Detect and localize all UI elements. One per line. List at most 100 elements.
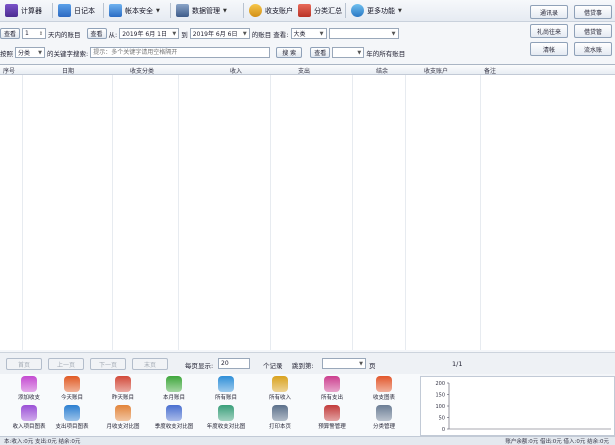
column-header: 收支账户: [424, 68, 449, 75]
more-icon: [351, 4, 364, 17]
data-management-menu-button[interactable]: 数据管理 ▼: [173, 2, 230, 19]
feature-label: 打印本页: [268, 424, 291, 430]
summary-icon: [298, 4, 311, 17]
feature-button[interactable]: 收支图表: [358, 376, 410, 404]
table-header: 序号 日期 收支分类 收入 支出 结余 收支账户 备注: [0, 65, 615, 75]
today-icon: [64, 376, 80, 392]
prev-page-button[interactable]: 上一页: [48, 358, 84, 370]
next-page-button[interactable]: 下一页: [90, 358, 126, 370]
feature-button[interactable]: 本月账目: [148, 376, 200, 404]
page-suffix-label: 页: [369, 362, 376, 370]
chevron-down-icon: ▼: [156, 7, 160, 14]
keyword-search-row: 按照 分类▼ 的关键字搜索: 搜 索 查看 ▼ 年的所有账目: [0, 46, 407, 59]
toolbar-separator: [103, 3, 104, 18]
feature-label: 年度收支对比图: [206, 424, 246, 430]
feature-button[interactable]: 分类管理: [358, 405, 410, 433]
feature-panel: 添加收支 今天账目 昨天账目 本月账目 所有账目 所有收入 所有支出 收支图表收入项目图表 支出…: [0, 374, 420, 436]
summary-chart-svg: 200 150 100 50 0: [435, 381, 611, 433]
year-select[interactable]: ▼: [332, 47, 365, 58]
keyword-search-input[interactable]: [90, 47, 271, 58]
sub-category-select[interactable]: ▼: [328, 28, 399, 39]
feature-button[interactable]: 所有收入: [254, 376, 306, 404]
gift-exchange-button[interactable]: 礼尚往来: [530, 24, 568, 38]
status-bar: 本:收入:0元 支出:0元 结余:0元 账户余额:0元 借出:0元 借入:0元 …: [0, 436, 615, 445]
y-tick-label: 200: [435, 381, 445, 387]
loan-button[interactable]: 借贷事: [574, 5, 612, 19]
feature-label: 今天账目: [60, 395, 83, 401]
feature-button[interactable]: 今天账目: [46, 376, 98, 404]
per-page-input[interactable]: 20: [218, 358, 250, 369]
view-year-button[interactable]: 查看: [310, 47, 331, 58]
search-field-select[interactable]: 分类 ▼: [15, 47, 45, 58]
ledger-button[interactable]: 流水账: [574, 42, 612, 56]
to-date-picker[interactable]: 2019年 6月 6日 ▼: [189, 28, 250, 39]
calculator-icon: [5, 4, 18, 17]
records-table[interactable]: 序号 日期 收支分类 收入 支出 结余 收支账户 备注: [0, 64, 615, 350]
feature-label: 收入项目图表: [12, 424, 46, 430]
income-chart-icon: [21, 405, 37, 421]
column-header: 结余: [376, 68, 389, 75]
column-header: 支出: [298, 68, 311, 75]
feature-button[interactable]: 所有账目: [200, 376, 252, 404]
view-range-button[interactable]: 查看: [86, 28, 107, 39]
status-summary-left: 本:收入:0元 支出:0元 结余:0元: [4, 439, 81, 445]
last-page-button[interactable]: 末页: [132, 358, 168, 370]
feature-label: 分类管理: [372, 424, 395, 430]
feature-label: 添加收支: [17, 395, 40, 401]
calculator-button[interactable]: 计算器: [2, 2, 45, 19]
feature-button[interactable]: 支出项目图表: [46, 405, 98, 433]
chart-icon: [376, 376, 392, 392]
feature-button[interactable]: 昨天账目: [97, 376, 149, 404]
first-page-button[interactable]: 首页: [6, 358, 42, 370]
diary-button[interactable]: 日记本: [55, 2, 98, 19]
feature-label: 所有收入: [268, 395, 291, 401]
more-features-menu-button[interactable]: 更多功能 ▼: [348, 2, 405, 19]
column-divider: [480, 75, 481, 350]
column-header: 序号: [3, 68, 16, 75]
expense-icon: [324, 376, 340, 392]
contacts-button[interactable]: 通讯录: [530, 5, 568, 19]
feature-button[interactable]: 所有支出: [306, 376, 358, 404]
chevron-down-icon: ▼: [357, 49, 362, 56]
column-header: 收支分类: [130, 68, 155, 75]
date-filter-row: 查看 1 ⇕ 天内的账目 查看 从: 2019年 6月 1日 ▼ 到 2019年 6…: [0, 27, 399, 40]
feature-button[interactable]: 月收支对比图: [97, 405, 149, 433]
feature-button[interactable]: 预算警管理: [306, 405, 358, 433]
from-date-picker[interactable]: 2019年 6月 1日 ▼: [119, 28, 180, 39]
feature-label: 季度收支对比图: [154, 424, 194, 430]
budget-icon: [324, 405, 340, 421]
column-divider: [270, 75, 271, 350]
chevron-down-icon: ▼: [172, 30, 177, 37]
diary-icon: [58, 4, 71, 17]
jump-label: 跳到第:: [292, 362, 314, 370]
chevron-down-icon: ▼: [242, 30, 247, 37]
jump-page-select[interactable]: ▼: [322, 358, 366, 369]
category-level-select[interactable]: 大类 ▼: [290, 28, 327, 39]
category-summary-button[interactable]: 分类汇总: [295, 2, 345, 19]
feature-label: 收支图表: [372, 395, 395, 401]
feature-label: 所有账目: [214, 395, 237, 401]
feature-label: 支出项目图表: [55, 424, 89, 430]
clear-account-button[interactable]: 清帐: [530, 42, 568, 56]
days-spinner[interactable]: 1 ⇕: [22, 28, 47, 39]
loan-management-button[interactable]: 借贷管: [574, 24, 612, 38]
security-menu-button[interactable]: 帐本安全 ▼: [106, 2, 163, 19]
view-days-button[interactable]: 查看: [0, 28, 21, 39]
summary-chart: 200 150 100 50 0: [420, 376, 615, 436]
month-icon: [166, 376, 182, 392]
status-summary-right: 账户余额:0元 借出:0元 借入:0元 结余:0元: [505, 439, 609, 445]
feature-button[interactable]: 季度收支对比图: [148, 405, 200, 433]
accounts-button[interactable]: 收支账户: [246, 2, 296, 19]
column-divider: [112, 75, 113, 350]
toolbar-separator: [52, 3, 53, 18]
feature-button[interactable]: 打印本页: [254, 405, 306, 433]
spinner-icon: ⇕: [38, 30, 44, 37]
year-compare-icon: [218, 405, 234, 421]
all-icon: [218, 376, 234, 392]
feature-button[interactable]: 年度收支对比图: [200, 405, 252, 433]
chevron-down-icon: ▼: [391, 30, 396, 37]
search-button[interactable]: 搜 索: [276, 47, 303, 58]
database-icon: [176, 4, 189, 17]
page-indicator: 1/1: [452, 360, 463, 368]
feature-label: 月收支对比图: [106, 424, 140, 430]
